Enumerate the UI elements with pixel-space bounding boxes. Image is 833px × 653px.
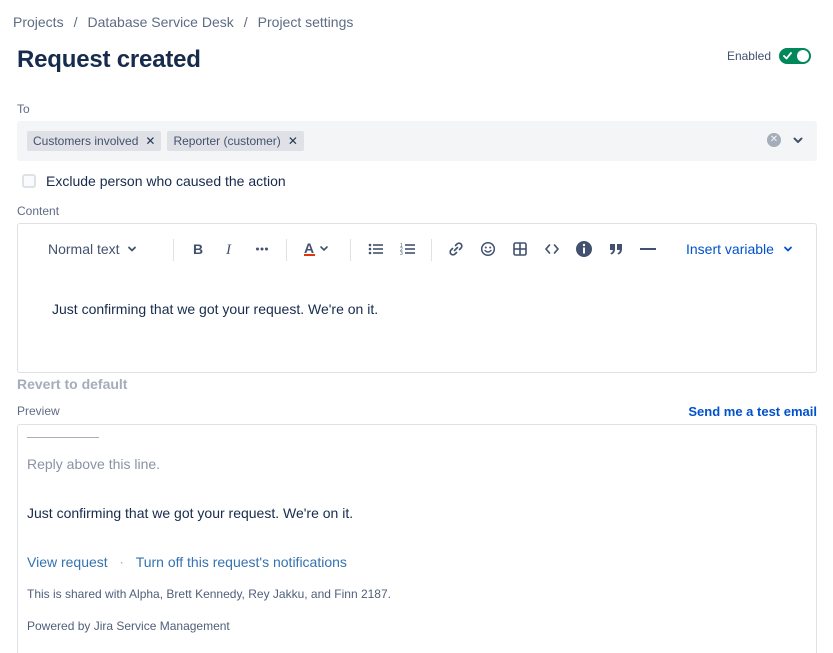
svg-text:A: A xyxy=(304,241,314,256)
exclude-actor-checkbox[interactable] xyxy=(22,174,36,188)
insert-variable-dropdown[interactable]: Insert variable xyxy=(686,237,794,261)
recipient-tag-label: Reporter (customer) xyxy=(173,134,281,148)
exclude-actor-label: Exclude person who caused the action xyxy=(46,173,286,189)
email-preview: Reply above this line. Just confirming t… xyxy=(17,424,817,653)
toolbar-divider xyxy=(286,239,287,261)
preview-links: View request · Turn off this request's n… xyxy=(27,554,347,570)
revert-to-default-button[interactable]: Revert to default xyxy=(17,376,127,392)
chevron-down-icon xyxy=(126,243,138,255)
toolbar-divider xyxy=(431,239,432,261)
enabled-label: Enabled xyxy=(726,49,771,63)
insert-variable-label: Insert variable xyxy=(686,241,774,257)
link-separator: · xyxy=(119,555,124,569)
svg-text:B: B xyxy=(193,242,203,256)
view-request-link[interactable]: View request xyxy=(27,554,108,570)
recipient-tag-label: Customers involved xyxy=(33,134,139,148)
page-title: Request created xyxy=(17,46,201,73)
svg-text:I: I xyxy=(225,242,232,256)
toolbar-divider xyxy=(173,239,174,261)
remove-tag-icon[interactable]: ✕ xyxy=(288,134,298,148)
turn-off-notifications-link[interactable]: Turn off this request's notifications xyxy=(136,554,347,570)
breadcrumb: Projects / Database Service Desk / Proje… xyxy=(13,14,353,30)
select-controls: ✕ xyxy=(767,133,805,147)
breadcrumb-project-settings[interactable]: Project settings xyxy=(258,14,354,30)
more-formatting-icon[interactable] xyxy=(252,237,272,261)
emoji-icon[interactable] xyxy=(478,237,498,261)
send-test-email-button[interactable]: Send me a test email xyxy=(688,404,817,419)
italic-icon[interactable]: I xyxy=(220,237,240,261)
recipient-tag: Reporter (customer) ✕ xyxy=(167,131,304,151)
reply-above-line-text: Reply above this line. xyxy=(27,456,161,472)
breadcrumb-separator: / xyxy=(243,14,248,30)
editor-toolbar: Normal text B I A 123 Insert variable xyxy=(18,237,816,261)
breadcrumb-separator: / xyxy=(73,14,78,30)
code-icon[interactable] xyxy=(542,237,562,261)
preview-label: Preview xyxy=(17,404,60,418)
to-label: To xyxy=(17,102,30,116)
enabled-toggle-group: Enabled xyxy=(727,48,811,64)
numbered-list-icon[interactable]: 123 xyxy=(398,237,418,261)
text-color-icon[interactable]: A xyxy=(302,237,334,261)
quote-icon[interactable] xyxy=(606,237,626,261)
enabled-toggle[interactable] xyxy=(779,48,811,64)
bold-icon[interactable]: B xyxy=(188,237,208,261)
table-icon[interactable] xyxy=(510,237,530,261)
chevron-down-icon[interactable] xyxy=(791,133,805,147)
link-icon[interactable] xyxy=(446,237,466,261)
chevron-down-icon xyxy=(782,243,794,255)
remove-tag-icon[interactable]: ✕ xyxy=(145,134,155,148)
clear-icon[interactable]: ✕ xyxy=(767,133,781,147)
content-editor: Normal text B I A 123 Insert variable Ju… xyxy=(17,223,817,373)
preview-body-text: Just confirming that we got your request… xyxy=(27,505,354,521)
text-style-dropdown[interactable]: Normal text xyxy=(48,237,138,261)
toolbar-divider xyxy=(350,239,351,261)
editor-body-text[interactable]: Just confirming that we got your request… xyxy=(52,301,378,317)
powered-by-text: Powered by Jira Service Management xyxy=(27,619,230,633)
to-recipients-select[interactable]: Customers involved ✕ Reporter (customer)… xyxy=(17,121,817,161)
toggle-knob xyxy=(797,50,809,62)
exclude-actor-row: Exclude person who caused the action xyxy=(22,173,286,189)
svg-text:3: 3 xyxy=(400,251,403,256)
info-icon[interactable] xyxy=(574,237,594,261)
divider-icon[interactable] xyxy=(638,237,658,261)
content-label: Content xyxy=(17,204,60,218)
breadcrumb-projects[interactable]: Projects xyxy=(13,14,64,30)
check-icon xyxy=(783,49,792,68)
reply-divider-line xyxy=(27,437,99,438)
bullet-list-icon[interactable] xyxy=(366,237,386,261)
recipient-tag: Customers involved ✕ xyxy=(27,131,162,151)
breadcrumb-database-service-desk[interactable]: Database Service Desk xyxy=(87,14,233,30)
text-style-label: Normal text xyxy=(48,241,120,257)
shared-with-text: This is shared with Alpha, Brett Kennedy… xyxy=(27,587,391,601)
